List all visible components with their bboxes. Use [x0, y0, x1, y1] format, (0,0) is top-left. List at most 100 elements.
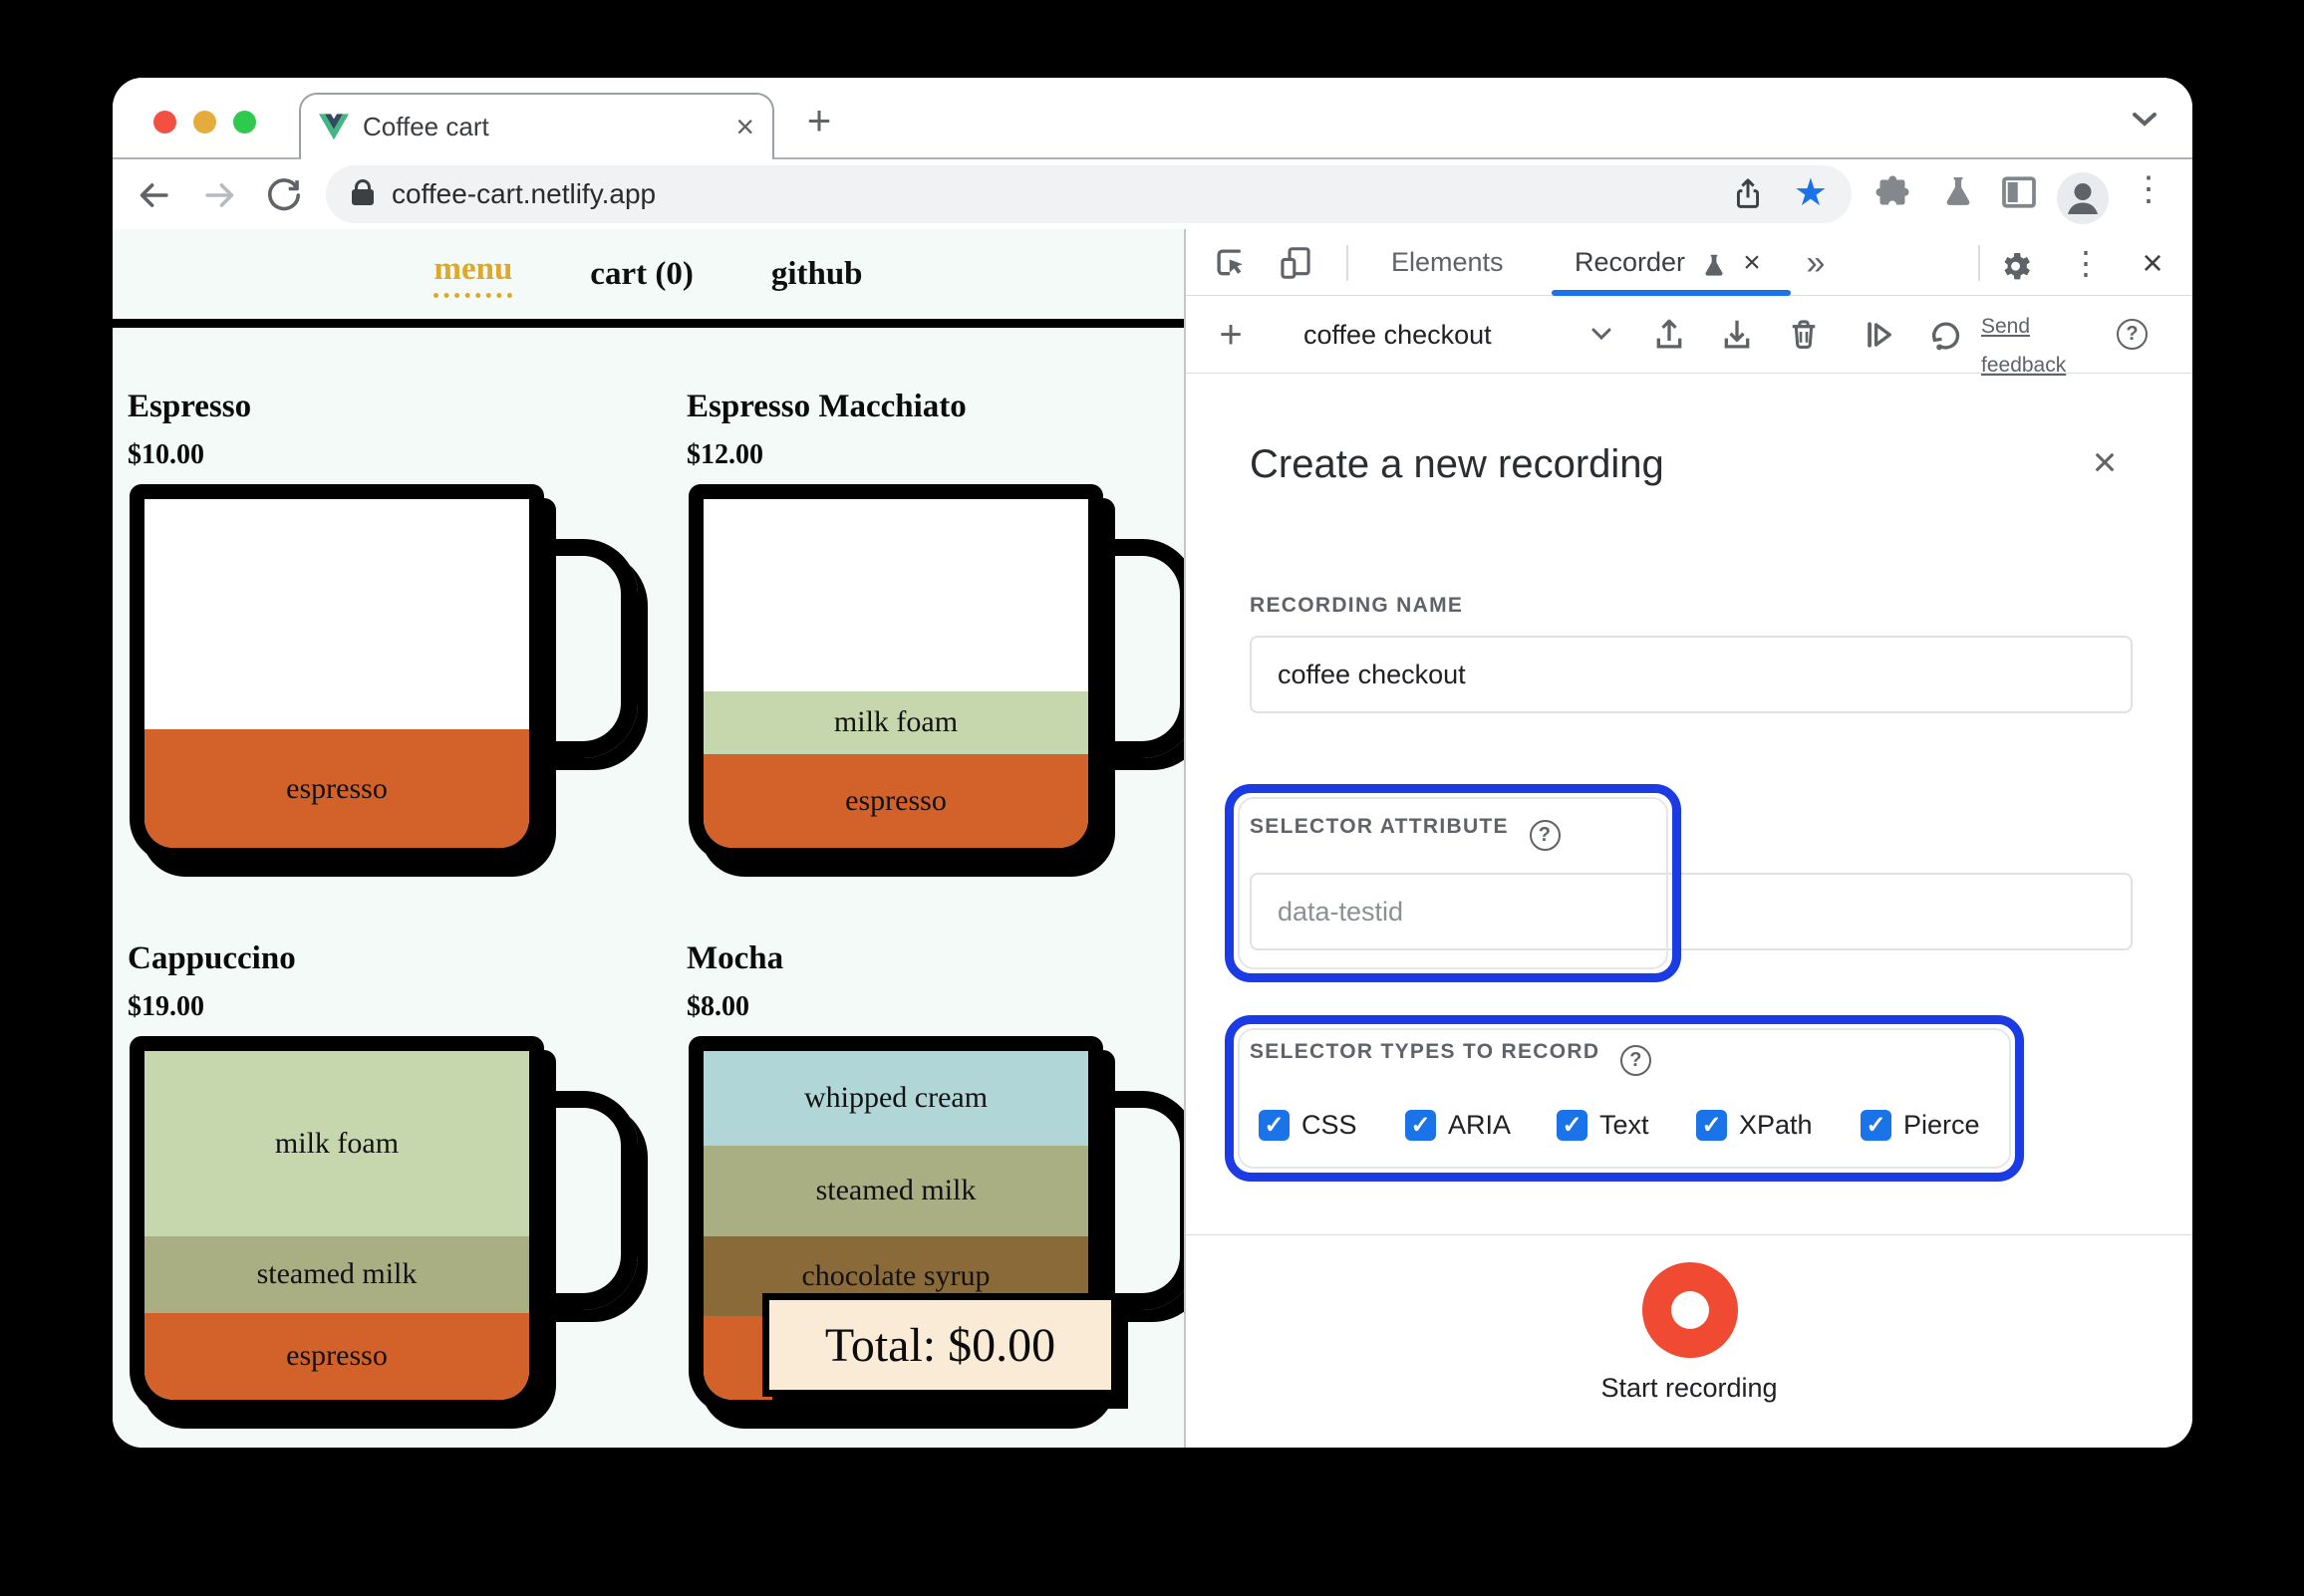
delete-recording-icon[interactable]: [1784, 315, 1824, 355]
start-recording-button[interactable]: Start recording: [1186, 1373, 2192, 1404]
checkbox-checked-icon[interactable]: ✓: [1405, 1110, 1436, 1141]
device-toolbar-icon[interactable]: [1276, 243, 1315, 283]
record-icon[interactable]: [1642, 1262, 1738, 1358]
tab-recorder[interactable]: Recorder: [1575, 229, 1685, 295]
tab-close-icon[interactable]: ×: [735, 111, 754, 142]
tab-elements[interactable]: Elements: [1391, 229, 1504, 295]
cup-layer: milk foam: [144, 1051, 529, 1236]
divider: [1186, 1234, 2192, 1235]
close-window-button[interactable]: [153, 111, 176, 133]
selector-attribute-label: SELECTOR ATTRIBUTE ?: [1250, 815, 1561, 851]
product-name: Espresso Macchiato: [687, 389, 967, 424]
recording-name-label: RECORDING NAME: [1250, 594, 1464, 617]
screenshot-root: Coffee cart × + coffee-cart.netlify.app …: [0, 0, 2304, 1596]
checkbox-checked-icon[interactable]: ✓: [1259, 1110, 1290, 1141]
vue-logo-icon: [319, 113, 349, 140]
selector-attribute-input[interactable]: [1250, 873, 2133, 950]
url-bar[interactable]: coffee-cart.netlify.app ★: [326, 165, 1852, 223]
cup-handle: [528, 539, 638, 758]
new-tab-button[interactable]: +: [796, 97, 842, 143]
devtools-settings-gear-icon[interactable]: [1995, 243, 2035, 283]
checkbox-checked-icon[interactable]: ✓: [1557, 1110, 1587, 1141]
product-espresso-macchiato[interactable]: Espresso Macchiato $12.00 milk foam espre…: [687, 389, 1184, 863]
product-name: Mocha: [687, 940, 784, 976]
browser-tab[interactable]: Coffee cart ×: [299, 93, 774, 160]
checkbox-pierce[interactable]: ✓ Pierce: [1861, 1110, 1980, 1141]
forward-icon[interactable]: [197, 173, 241, 217]
export-recording-icon[interactable]: [1717, 315, 1757, 355]
beta-flask-icon[interactable]: [1938, 172, 1978, 212]
nav-cart-link[interactable]: cart (0): [590, 256, 694, 293]
import-recording-icon[interactable]: [1649, 315, 1689, 355]
cup-espresso[interactable]: espresso: [130, 484, 638, 863]
cup-espresso-macchiato[interactable]: milk foam espresso: [689, 484, 1184, 863]
product-mocha[interactable]: Mocha $8.00 whipped cream steamed milk cho…: [687, 940, 1184, 1415]
recorder-flask-icon: [1694, 246, 1734, 286]
send-feedback-link[interactable]: Send feedback: [1981, 308, 2101, 386]
checkbox-checked-icon[interactable]: ✓: [1696, 1110, 1727, 1141]
browser-window: Coffee cart × + coffee-cart.netlify.app …: [113, 78, 2192, 1448]
checkbox-aria[interactable]: ✓ ARIA: [1405, 1110, 1511, 1141]
site-nav: menu cart (0) github: [113, 229, 1184, 328]
nav-github-link[interactable]: github: [771, 256, 863, 293]
product-price: $8.00: [687, 991, 749, 1022]
step-through-icon[interactable]: [1859, 315, 1898, 355]
tab-search-chevron-icon[interactable]: [2128, 110, 2161, 130]
minimize-window-button[interactable]: [193, 111, 216, 133]
profile-avatar[interactable]: [2057, 172, 2109, 224]
url-text: coffee-cart.netlify.app: [392, 178, 657, 209]
checkbox-checked-icon[interactable]: ✓: [1861, 1110, 1891, 1141]
checkbox-css[interactable]: ✓ CSS: [1259, 1110, 1357, 1141]
more-tabs-icon[interactable]: »: [1796, 243, 1836, 283]
dialog-title: Create a new recording: [1250, 442, 1664, 486]
product-price: $12.00: [687, 439, 763, 470]
coffee-cart-page: menu cart (0) github Espresso $10.00 esp…: [113, 229, 1184, 1448]
recorder-help-icon[interactable]: ?: [2117, 319, 2148, 350]
tab-title: Coffee cart: [363, 111, 489, 141]
select-chevron-icon: [1588, 326, 1614, 344]
checkbox-text[interactable]: ✓ Text: [1557, 1110, 1649, 1141]
cart-total: Total: $0.00: [762, 1293, 1118, 1397]
lock-icon: [352, 179, 374, 205]
dialog-close-icon[interactable]: ×: [2081, 438, 2129, 486]
cup-layer: steamed milk: [704, 1145, 1088, 1236]
maximize-window-button[interactable]: [233, 111, 256, 133]
close-recorder-tab-icon[interactable]: ×: [1732, 243, 1772, 283]
add-recording-icon[interactable]: +: [1211, 313, 1251, 357]
recording-select[interactable]: coffee checkout: [1303, 296, 1492, 374]
divider: [1346, 245, 1348, 281]
share-icon[interactable]: [1730, 176, 1766, 212]
cup-layer: steamed milk: [144, 1235, 529, 1313]
devtools-menu-dots-icon[interactable]: ⋮: [2066, 243, 2106, 283]
product-name: Espresso: [128, 389, 252, 424]
cup-layer: espresso: [704, 753, 1088, 848]
window-controls: [153, 111, 256, 133]
product-espresso[interactable]: Espresso $10.00 espresso: [128, 389, 666, 863]
bookmark-star-icon[interactable]: ★: [1794, 170, 1828, 215]
replay-icon[interactable]: [1925, 315, 1965, 355]
browser-toolbar: coffee-cart.netlify.app ★ ⋮: [113, 159, 2192, 231]
inspect-element-icon[interactable]: [1211, 243, 1251, 283]
product-cappuccino[interactable]: Cappuccino $19.00 milk foam steamed milk e…: [128, 940, 666, 1415]
side-panel-icon[interactable]: [1999, 172, 2039, 212]
close-devtools-icon[interactable]: ×: [2133, 242, 2172, 283]
selector-attribute-help-icon[interactable]: ?: [1530, 820, 1561, 851]
back-icon[interactable]: [133, 173, 176, 217]
cup-layer: espresso: [144, 1312, 529, 1400]
cup-handle: [528, 1091, 638, 1310]
devtools-panel: Elements Recorder × » ⋮ × + coffee check…: [1184, 229, 2192, 1448]
cup-cappuccino[interactable]: milk foam steamed milk espresso: [130, 1036, 638, 1415]
recorder-toolbar: + coffee checkout Send feedback ?: [1186, 296, 2192, 377]
reload-icon[interactable]: [262, 173, 306, 217]
cup-layer: espresso: [144, 729, 529, 848]
nav-menu-link[interactable]: menu: [433, 251, 513, 298]
recording-name-input[interactable]: [1250, 636, 2133, 713]
cup-layer: whipped cream: [704, 1051, 1088, 1146]
browser-menu-dots-icon[interactable]: ⋮: [2132, 169, 2165, 209]
content-area: menu cart (0) github Espresso $10.00 esp…: [113, 229, 2192, 1448]
divider: [1978, 245, 1980, 281]
selector-types-help-icon[interactable]: ?: [1620, 1045, 1652, 1076]
extensions-puzzle-icon[interactable]: [1872, 172, 1912, 212]
checkbox-xpath[interactable]: ✓ XPath: [1696, 1110, 1813, 1141]
product-price: $10.00: [128, 439, 204, 470]
